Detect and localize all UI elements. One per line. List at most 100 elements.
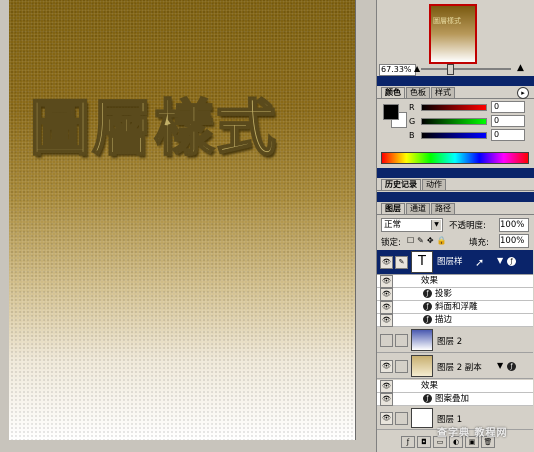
brush-slot[interactable] [395,412,408,425]
layer-thumb [411,355,433,377]
history-panel-titlebar[interactable] [377,168,534,178]
brush-slot[interactable] [395,360,408,373]
slider-value-b[interactable]: 0 [491,129,525,141]
brush-icon[interactable]: ✎ [395,256,408,269]
eye-icon[interactable]: 👁 [380,301,393,314]
layer-name: 图层样 [437,257,463,267]
color-spectrum-bar[interactable] [381,152,529,164]
eye-slot[interactable] [380,334,393,347]
palette-column: 圖層樣式 67.33% ▲ ▲ 颜色 色板 样式 ▸ R 0 G 0 B 0 历… [376,0,534,452]
cursor-arrow-icon: ➚ [475,256,485,269]
effect-label: 图案叠加 [435,394,470,404]
layer-thumb [411,329,433,351]
slider-row-r: R 0 [409,100,529,114]
layers-panel: 图层 通道 路径 正常 ▼ 不透明度: 100% 锁定: ☐✎✥🔒 填充: 10… [377,192,534,452]
tab-color[interactable]: 颜色 [381,87,405,98]
eye-icon[interactable]: 👁 [380,412,393,425]
eye-icon[interactable]: 👁 [380,288,393,301]
history-panel-tabs: 历史记录 动作 [377,178,534,191]
tab-swatches[interactable]: 色板 [406,87,430,98]
layer-name: 图层 2 副本 [437,363,482,373]
zoom-out-icon[interactable]: ▲ [414,64,420,73]
layer-name: 图层 2 [437,337,463,347]
eye-icon[interactable]: 👁 [380,360,393,373]
slider-row-g: G 0 [409,114,529,128]
eye-icon[interactable]: 👁 [380,380,393,393]
eye-icon[interactable]: 👁 [380,256,393,269]
slider-value-g[interactable]: 0 [491,115,525,127]
fx-icon: ƒ [507,257,516,266]
effects-header: 效果 [421,276,439,286]
panel-menu-arrow-icon[interactable]: ▸ [517,87,529,99]
effect-row[interactable]: 👁 ƒ 斜面和浮雕 [377,301,533,314]
effects-header: 效果 [421,381,439,391]
layer-thumb [411,408,433,428]
lock-label: 锁定: [381,238,401,248]
slider-label-b: B [409,130,415,140]
zoom-slider-thumb[interactable] [447,64,454,75]
add-mask-button[interactable]: ◘ [417,436,431,448]
layer-row-layer2[interactable]: 图层 2 [377,328,533,353]
opacity-field[interactable]: 100% [499,218,529,232]
tab-styles[interactable]: 样式 [431,87,455,98]
layer-row-text[interactable]: 👁 ✎ T 图层样 ➚ ▼ ƒ [377,250,533,275]
effects-header-row: 👁 效果 [377,275,533,288]
zoom-field[interactable]: 67.33% [379,64,416,76]
tab-actions[interactable]: 动作 [422,179,446,190]
effects-triangle-icon[interactable]: ▼ [497,256,503,265]
slider-track-b[interactable] [421,131,487,139]
slider-track-g[interactable] [421,117,487,125]
opacity-label: 不透明度: [449,221,486,231]
navigator-thumbnail[interactable]: 圖層樣式 [429,4,477,64]
tab-layers[interactable]: 图层 [381,203,405,214]
blend-mode-select[interactable]: 正常 ▼ [381,218,443,232]
zoom-in-icon[interactable]: ▲ [517,63,524,73]
effects-header-row: 👁 效果 [377,380,533,393]
effect-row[interactable]: 👁 ƒ 描边 [377,314,533,327]
effect-label: 描边 [435,315,453,325]
tab-history[interactable]: 历史记录 [381,179,421,190]
eye-icon[interactable]: 👁 [380,393,393,406]
tab-channels[interactable]: 通道 [406,203,430,214]
effect-label: 投影 [435,289,453,299]
effect-row[interactable]: 👁 ƒ 投影 [377,288,533,301]
watermark-text: 查字典 教程网 [437,428,508,439]
fx-icon: ƒ [423,302,432,311]
color-panel-titlebar[interactable] [377,76,534,86]
effects-triangle-icon[interactable]: ▼ [497,361,503,370]
fx-icon: ƒ [507,362,516,371]
tab-paths[interactable]: 路径 [431,203,455,214]
fx-icon: ƒ [423,315,432,324]
rgb-sliders: R 0 G 0 B 0 [409,100,529,142]
zoom-slider[interactable] [421,68,511,70]
brush-slot[interactable] [395,334,408,347]
slider-track-r[interactable] [421,103,487,111]
text-layer-thumb: T [411,251,433,273]
eye-icon[interactable]: 👁 [380,314,393,327]
chevron-down-icon[interactable]: ▼ [431,220,441,230]
canvas-text-art: 圖層樣式 [29,93,278,165]
foreground-color-swatch[interactable] [383,104,399,120]
workarea: 圖層樣式 [0,0,376,452]
document-canvas[interactable] [9,0,356,440]
fill-field[interactable]: 100% [499,234,529,248]
navigator-panel: 圖層樣式 67.33% ▲ ▲ [377,0,534,76]
layer-row-layer2-copy[interactable]: 👁 图层 2 副本 ▼ ƒ [377,354,533,379]
slider-label-r: R [409,102,415,112]
blend-mode-value: 正常 [384,220,402,230]
history-panel: 历史记录 动作 [377,168,534,192]
fx-icon: ƒ [423,394,432,403]
layers-panel-tabs: 图层 通道 路径 [377,202,534,215]
layers-panel-titlebar[interactable] [377,192,534,202]
fill-label: 填充: [469,238,489,248]
lock-icons[interactable]: ☐✎✥🔒 [407,236,450,245]
slider-value-r[interactable]: 0 [491,101,525,113]
slider-row-b: B 0 [409,128,529,142]
effect-label: 斜面和浮雕 [435,302,478,312]
slider-label-g: G [409,116,416,126]
navigator-thumb-text: 圖層樣式 [433,17,461,25]
color-panel-tabs: 颜色 色板 样式 [377,86,534,99]
eye-icon[interactable]: 👁 [380,275,393,288]
layer-style-button[interactable]: ƒ [401,436,415,448]
effect-row[interactable]: 👁 ƒ 图案叠加 [377,393,533,406]
